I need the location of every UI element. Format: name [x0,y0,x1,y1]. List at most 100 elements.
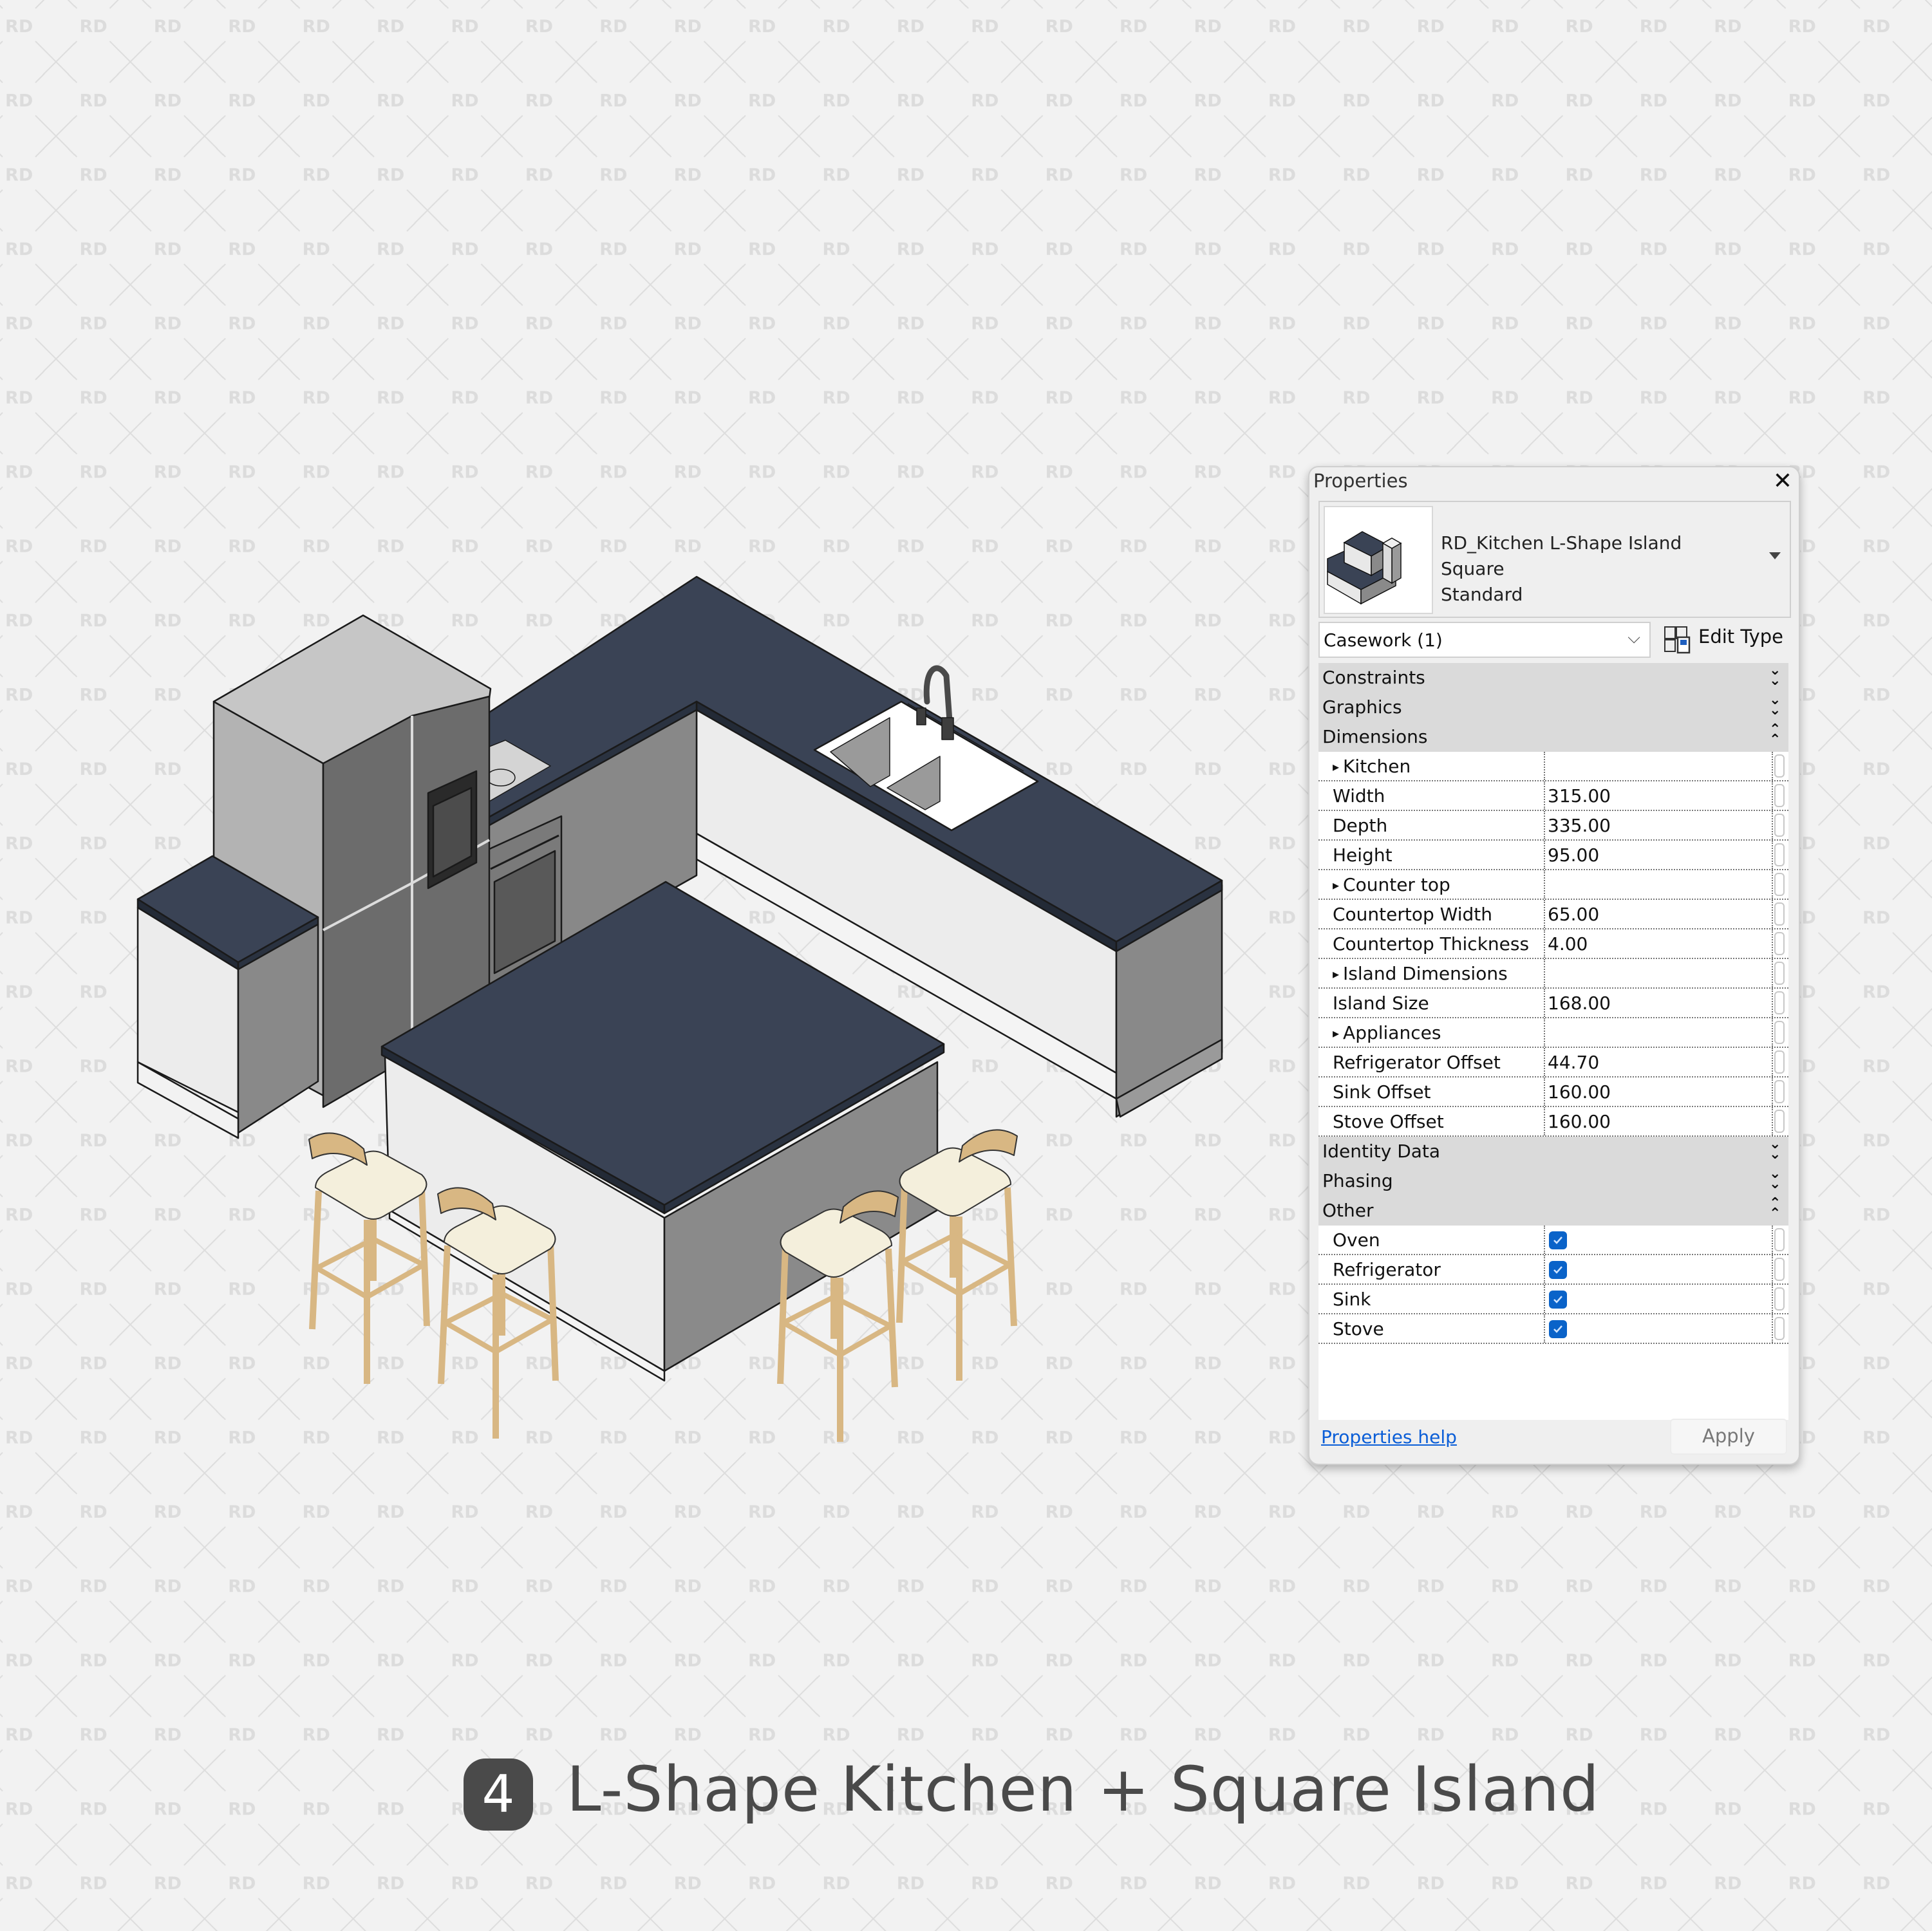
close-icon[interactable]: ✕ [1773,467,1792,496]
param-button[interactable] [1774,814,1785,837]
param-row-refrigerator[interactable]: Refrigerator [1318,1255,1788,1285]
group-constraints[interactable]: Constraints ⌄ ⌄ [1318,663,1788,693]
expand-icon[interactable]: ⌄ ⌄ [1769,1137,1781,1162]
row-label: Island Size [1333,993,1429,1014]
refrigerator-checkbox[interactable] [1549,1261,1567,1279]
bar-stool [308,1132,430,1384]
param-button[interactable] [1774,1080,1785,1103]
param-button[interactable] [1774,1228,1785,1251]
check-icon [1553,1236,1562,1244]
stove-checkbox[interactable] [1549,1320,1567,1338]
collapse-icon[interactable]: ⌃ ⌃ [1769,723,1781,747]
kitchen-thumbnail-icon [1327,531,1402,605]
param-button[interactable] [1774,784,1785,807]
param-button[interactable] [1774,1317,1785,1340]
param-row-depth[interactable]: Depth 335.00 [1318,811,1788,841]
depth-value[interactable]: 335.00 [1548,815,1611,836]
properties-panel[interactable]: Properties ✕ RD_Kitchen L-Shape Island S… [1308,466,1800,1465]
width-value[interactable]: 315.00 [1548,785,1611,807]
subheader-row[interactable]: Island Dimensions [1318,959,1788,989]
row-label: Width [1333,785,1385,807]
param-button[interactable] [1774,991,1785,1014]
group-identity-data[interactable]: Identity Data ⌄ ⌄ [1318,1137,1788,1166]
group-phasing[interactable]: Phasing ⌄ ⌄ [1318,1166,1788,1196]
island-size-value[interactable]: 168.00 [1548,993,1611,1014]
sink-checkbox[interactable] [1549,1291,1567,1309]
collapse-icon[interactable]: ⌃ ⌃ [1769,1197,1781,1221]
sink-offset-value[interactable]: 160.00 [1548,1081,1611,1103]
row-label: Oven [1333,1229,1380,1251]
stool-backrest [959,1129,1018,1162]
category-filter-value: Casework (1) [1324,630,1443,651]
param-row-sink-offset[interactable]: Sink Offset 160.00 [1318,1077,1788,1107]
group-other[interactable]: Other ⌃ ⌃ [1318,1196,1788,1226]
properties-help-link[interactable]: Properties help [1321,1426,1457,1448]
expand-icon[interactable]: ⌄ ⌄ [1769,693,1781,718]
group-label: Identity Data [1322,1141,1441,1162]
stool-leg [1004,1187,1017,1327]
param-row-countertop-thickness[interactable]: Countertop Thickness 4.00 [1318,929,1788,959]
refrigerator-offset-value[interactable]: 44.70 [1548,1052,1599,1073]
param-row-height[interactable]: Height 95.00 [1318,841,1788,870]
param-row-stove-offset[interactable]: Stove Offset 160.00 [1318,1107,1788,1137]
param-button[interactable] [1774,843,1785,866]
row-label: Height [1333,844,1393,866]
step-number-badge: 4 [464,1758,533,1831]
apply-button[interactable]: Apply [1670,1419,1787,1455]
edit-type-label: Edit Type [1698,626,1783,648]
stool-backrest [308,1132,368,1166]
stove-offset-value[interactable]: 160.00 [1548,1111,1611,1132]
expand-icon[interactable]: ⌄ ⌄ [1769,1167,1781,1191]
group-graphics[interactable]: Graphics ⌄ ⌄ [1318,693,1788,722]
row-label: Countertop Width [1333,904,1493,925]
group-dimensions[interactable]: Dimensions ⌃ ⌃ [1318,722,1788,752]
param-row-countertop-width[interactable]: Countertop Width 65.00 [1318,900,1788,929]
check-icon [1553,1266,1562,1274]
type-name-line1: RD_Kitchen L-Shape Island Square [1441,532,1682,579]
properties-grid: Constraints ⌄ ⌄ Graphics ⌄ ⌄ Dimensions ⌃ ⌃… [1318,663,1788,1420]
param-row-width[interactable]: Width 315.00 [1318,781,1788,811]
panel-title: Properties [1313,470,1408,492]
param-button[interactable] [1774,754,1785,778]
param-row-oven[interactable]: Oven [1318,1226,1788,1255]
oven-checkbox[interactable] [1549,1231,1567,1249]
chevron-down-icon: ⌵ [1627,628,1640,648]
row-label: Counter top [1333,874,1450,895]
param-button[interactable] [1774,902,1785,926]
category-filter-select[interactable]: Casework (1) ⌵ [1318,622,1651,658]
dropdown-arrow-icon[interactable] [1769,552,1781,559]
subheader-row[interactable]: Appliances [1318,1018,1788,1048]
param-button[interactable] [1774,873,1785,896]
subheader-row[interactable]: Kitchen [1318,752,1788,781]
countertop-thickness-value[interactable]: 4.00 [1548,933,1588,955]
countertop-width-value[interactable]: 65.00 [1548,904,1599,925]
row-label: Stove Offset [1333,1111,1444,1132]
row-label: Stove [1333,1318,1384,1339]
group-label: Other [1322,1200,1374,1221]
param-button[interactable] [1774,1287,1785,1311]
bar-stool [896,1129,1018,1381]
check-icon [1553,1296,1562,1303]
param-button[interactable] [1774,932,1785,955]
height-value[interactable]: 95.00 [1548,844,1599,866]
group-label: Constraints [1322,667,1425,688]
subheader-row[interactable]: Counter top [1318,870,1788,900]
param-button[interactable] [1774,1258,1785,1281]
param-button[interactable] [1774,1021,1785,1044]
row-label: Refrigerator [1333,1259,1441,1280]
caption-title: L-Shape Kitchen + Square Island [567,1753,1600,1825]
row-label: Sink [1333,1289,1371,1310]
param-row-island-size[interactable]: Island Size 168.00 [1318,989,1788,1018]
param-button[interactable] [1774,1110,1785,1133]
stool-leg [309,1190,322,1330]
type-selector[interactable]: RD_Kitchen L-Shape Island Square Standar… [1318,501,1791,618]
type-thumbnail [1324,506,1433,614]
param-row-sink[interactable]: Sink [1318,1285,1788,1314]
param-row-refrigerator-offset[interactable]: Refrigerator Offset 44.70 [1318,1048,1788,1077]
row-label: Countertop Thickness [1333,933,1530,955]
param-row-stove[interactable]: Stove [1318,1314,1788,1344]
expand-icon[interactable]: ⌄ ⌄ [1769,664,1781,688]
param-button[interactable] [1774,962,1785,985]
param-button[interactable] [1774,1050,1785,1074]
edit-type-icon [1664,626,1691,654]
